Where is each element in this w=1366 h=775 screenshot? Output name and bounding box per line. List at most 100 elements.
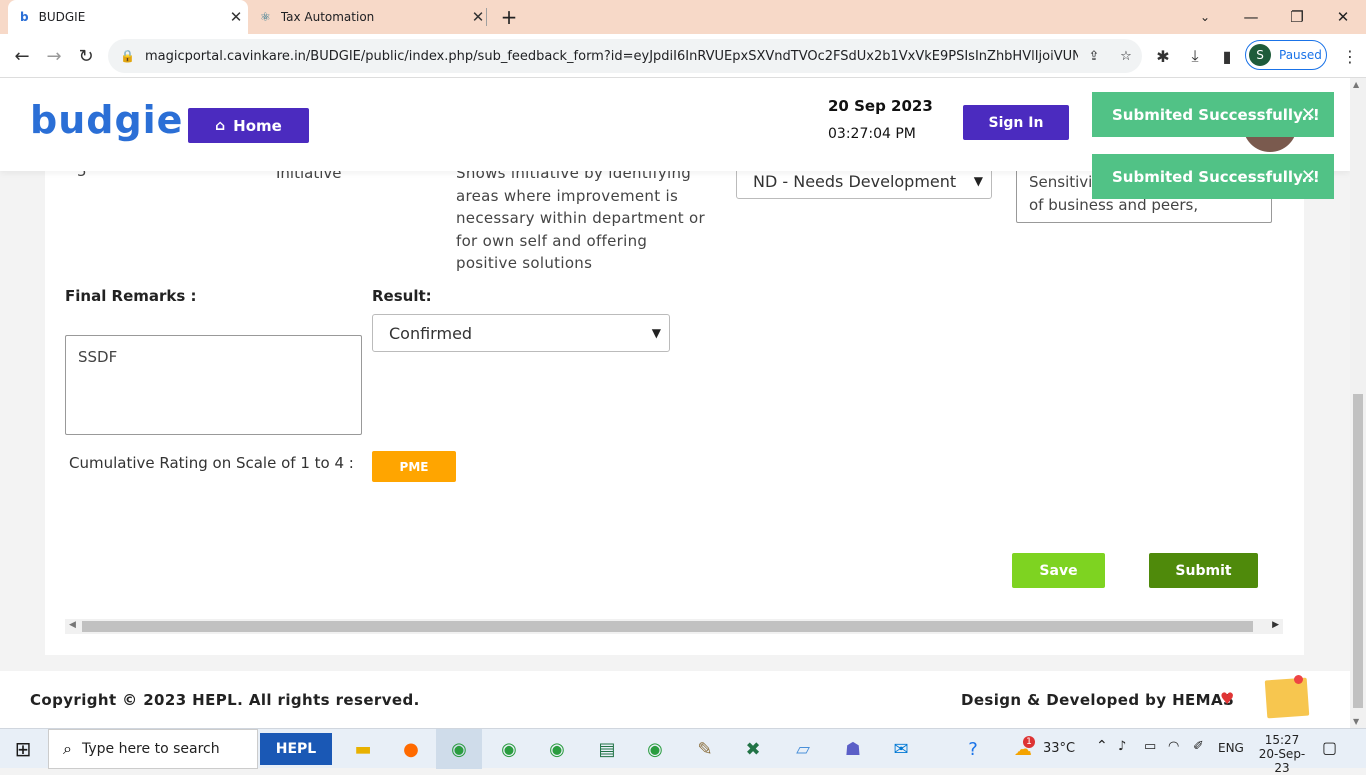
extensions-icon[interactable]: ✱ <box>1147 40 1179 72</box>
paint-icon[interactable]: ✎ <box>682 729 728 769</box>
budgie-logo: budgie <box>30 98 184 142</box>
tab-title: BUDGIE <box>38 10 86 24</box>
sticky-note-icon[interactable] <box>1264 677 1310 719</box>
windows-taskbar: ⊞ ⌕ Type here to search HEPL ▬ ● ◉ ◉ ◉ ▤… <box>0 728 1366 775</box>
scrollbar-thumb[interactable] <box>82 621 1253 632</box>
help-icon[interactable]: ? <box>950 729 996 769</box>
description-line: positive solutions <box>456 254 593 272</box>
result-select[interactable]: Confirmed ▼ <box>372 314 670 352</box>
avatar: S <box>1249 44 1271 66</box>
excel-icon[interactable]: ✖ <box>730 729 776 769</box>
scroll-left-icon[interactable]: ◀ <box>69 620 76 630</box>
weather-icon[interactable]: ☁ <box>1000 729 1046 769</box>
search-placeholder: Type here to search <box>81 741 220 757</box>
download-icon[interactable]: ⤓ <box>1179 40 1211 72</box>
result-label: Result: <box>372 287 432 305</box>
new-tab-button[interactable]: + <box>497 4 521 30</box>
success-toast: Submited Successfully..! ✕ <box>1092 154 1334 199</box>
back-icon[interactable]: ← <box>6 34 38 78</box>
taskbar-search-box[interactable]: ⌕ Type here to search <box>48 729 258 769</box>
competency-description: Shows initiative by identifying areas wh… <box>456 162 705 275</box>
file-explorer-icon[interactable]: ▬ <box>340 729 386 769</box>
close-window-icon[interactable]: ✕ <box>1320 0 1366 34</box>
save-button[interactable]: Save <box>1012 553 1105 588</box>
final-remarks-field[interactable]: SSDF <box>65 335 362 435</box>
reload-icon[interactable]: ↻ <box>70 34 102 78</box>
scroll-down-icon[interactable]: ▼ <box>1353 717 1359 726</box>
network-icon[interactable]: ◠ <box>1168 739 1179 754</box>
budgie-favicon-icon: b <box>20 10 29 24</box>
tab-search-icon[interactable]: ⌄ <box>1182 0 1228 34</box>
chrome-icon[interactable]: ◉ <box>436 729 482 769</box>
cumulative-rating-label: Cumulative Rating on Scale of 1 to 4 : <box>69 454 354 472</box>
submit-button[interactable]: Submit <box>1149 553 1258 588</box>
url-text: magicportal.cavinkare.in/BUDGIE/public/i… <box>144 48 1078 64</box>
restore-icon[interactable]: ❐ <box>1274 0 1320 34</box>
chrome-icon[interactable]: ◉ <box>534 729 580 769</box>
current-date: 20 Sep 2023 <box>828 97 933 115</box>
current-time: 03:27:04 PM <box>828 126 916 142</box>
chrome-icon[interactable]: ◉ <box>632 729 678 769</box>
taskbar-clock[interactable]: 15:27 20-Sep-23 <box>1254 733 1310 775</box>
tab-budgie[interactable]: b BUDGIE ✕ <box>8 0 248 34</box>
vertical-scrollbar[interactable]: ▲ ▼ <box>1350 78 1366 728</box>
windows-start-icon[interactable]: ⊞ <box>0 729 46 769</box>
home-button[interactable]: ⌂ Home <box>188 108 309 143</box>
chevron-down-icon: ▼ <box>651 326 661 340</box>
weather-badge: 1 <box>1023 736 1035 748</box>
temperature-text: 33°C <box>1043 741 1076 756</box>
lock-icon: 🔒 <box>120 49 135 63</box>
rating-select-value: ND - Needs Development <box>753 171 957 191</box>
pen-icon[interactable]: ✐ <box>1193 739 1204 754</box>
close-icon[interactable]: ✕ <box>1301 166 1316 187</box>
description-line: areas where improvement is <box>456 186 679 205</box>
minimize-icon[interactable]: — <box>1228 0 1274 34</box>
share-icon[interactable]: ⇪ <box>1078 49 1110 64</box>
tray-chevron-up-icon[interactable]: ⌃ <box>1096 738 1108 754</box>
notification-dot-icon <box>1294 675 1303 684</box>
clock-date: 20-Sep-23 <box>1258 747 1306 775</box>
final-remarks-label: Final Remarks : <box>65 287 197 305</box>
teams-icon[interactable]: ☗ <box>830 729 876 769</box>
outlook-icon[interactable]: ✉ <box>878 729 924 769</box>
chrome-icon[interactable]: ◉ <box>486 729 532 769</box>
battery-icon[interactable]: ▭ <box>1144 739 1156 754</box>
profile-button[interactable]: S Paused <box>1245 40 1327 70</box>
toast-message: Submited Successfully..! <box>1112 167 1320 186</box>
notepad-icon[interactable]: ▱ <box>780 729 826 769</box>
clock-time: 15:27 <box>1264 733 1300 747</box>
search-icon: ⌕ <box>63 739 72 758</box>
scroll-up-icon[interactable]: ▲ <box>1353 80 1359 89</box>
firefox-icon[interactable]: ● <box>388 729 434 769</box>
result-select-value: Confirmed <box>389 323 473 343</box>
copyright-text: Copyright © 2023 HEPL. All rights reserv… <box>30 691 420 709</box>
sign-in-button[interactable]: Sign In <box>963 105 1069 140</box>
credit-text: Design & Developed by HEMAS <box>961 691 1235 709</box>
spreadsheet-app-icon[interactable]: ▤ <box>584 729 630 769</box>
toast-message: Submited Successfully..! <box>1112 105 1320 124</box>
browser-tab-bar: b BUDGIE ✕ ⚛ Tax Automation ✕ + ⌄ — ❐ ✕ <box>0 0 1366 34</box>
scrollbar-thumb[interactable] <box>1353 394 1363 708</box>
description-line: for own self and offering <box>456 231 648 250</box>
forward-icon[interactable]: → <box>38 34 70 78</box>
chevron-down-icon: ▼ <box>973 174 983 188</box>
bookmark-star-icon[interactable]: ☆ <box>1110 49 1142 64</box>
url-field[interactable]: 🔒 magicportal.cavinkare.in/BUDGIE/public… <box>108 39 1142 73</box>
menu-kebab-icon[interactable]: ⋮ <box>1334 40 1366 72</box>
close-tab-icon[interactable]: ✕ <box>224 8 248 26</box>
description-line: necessary within department or <box>456 209 705 227</box>
side-panel-icon[interactable]: ▮ <box>1211 40 1243 72</box>
profile-status: Paused <box>1279 48 1322 62</box>
scroll-right-icon[interactable]: ▶ <box>1272 620 1279 630</box>
tab-tax-automation[interactable]: ⚛ Tax Automation ✕ <box>250 0 490 34</box>
volume-icon[interactable]: ♪ <box>1118 739 1126 754</box>
hepl-logo-icon[interactable]: HEPL <box>260 733 332 765</box>
tab-divider <box>486 8 487 26</box>
page-footer: Copyright © 2023 HEPL. All rights reserv… <box>0 671 1350 728</box>
tab-title: Tax Automation <box>280 10 375 24</box>
close-icon[interactable]: ✕ <box>1301 104 1316 125</box>
home-label: Home <box>233 116 282 135</box>
notifications-icon[interactable]: ▢ <box>1322 738 1337 757</box>
language-indicator[interactable]: ENG <box>1218 741 1244 755</box>
horizontal-scrollbar[interactable]: ◀ ▶ <box>65 619 1283 634</box>
